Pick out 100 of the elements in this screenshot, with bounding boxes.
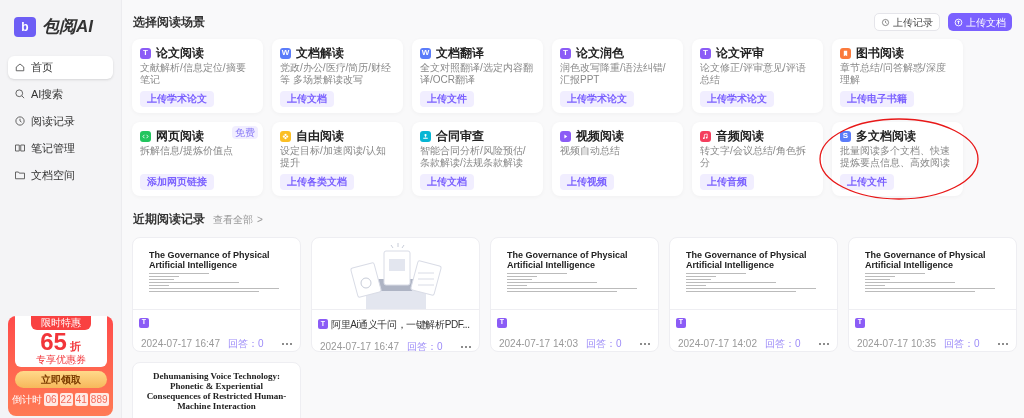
- scene-card[interactable]: W 文档解读 党政/办公/医疗/简历/财经等 多场景解读改写 上传文档: [272, 39, 403, 113]
- scene-description: 党政/办公/医疗/简历/财经等 多场景解读改写: [280, 62, 393, 86]
- scene-title: 视频阅读: [576, 129, 624, 143]
- scene-description: 智能合同分析/风险预估/条款解读/法规条款解读: [420, 145, 527, 169]
- discount-value: 65: [40, 330, 67, 354]
- scene-description: 拆解信息/提炼价值点: [140, 145, 234, 157]
- scene-title: 论文评审: [716, 46, 764, 60]
- upload-icon: [954, 17, 963, 27]
- letter-icon: W: [420, 47, 431, 59]
- scene-card[interactable]: 合同审查 智能合同分析/风险预估/条款解读/法规条款解读 上传文档: [412, 122, 543, 196]
- logo-icon: b: [14, 16, 36, 37]
- scene-card[interactable]: 网页阅读 免费 拆解信息/提炼价值点 添加网页链接: [132, 122, 263, 196]
- scene-card[interactable]: T 论文阅读 文献解析/信息定位/摘要笔记 上传学术论文: [132, 39, 263, 113]
- home-icon: [14, 61, 26, 73]
- scene-card[interactable]: 视频阅读 视频自动总结 上传视频: [552, 122, 683, 196]
- upload-button[interactable]: 添加网页链接: [140, 174, 214, 190]
- scene-description: 章节总结/问答解惑/深度理解: [840, 62, 947, 86]
- upload-button[interactable]: 上传视频: [560, 174, 614, 190]
- scene-description: 全文对照翻译/选定内容翻译/OCR翻译: [420, 62, 534, 86]
- recent-card[interactable]: Dehumanising Voice Technology: Phonetic & Experiential Consequences of Restricted Human-Machine Interaction: [132, 362, 301, 418]
- upload-history-button[interactable]: 上传记录: [874, 13, 940, 31]
- free-tag: 免费: [232, 126, 258, 139]
- sidebar-item[interactable]: 笔记管理: [8, 136, 113, 160]
- scene-card[interactable]: T 论文评审 论文修正/评审意见/评语总结 上传学术论文: [692, 39, 823, 113]
- upload-button[interactable]: 上传各类文档: [280, 174, 354, 190]
- scene-title: 文档解读: [296, 46, 344, 60]
- countdown-label: 倒计时: [12, 393, 43, 407]
- letter-icon: T: [140, 47, 151, 59]
- date-text: 2024-07-17 14:03: [499, 337, 578, 351]
- answer-count: 回答：0: [406, 340, 443, 351]
- scene-title: 论文润色: [576, 46, 624, 60]
- claim-button[interactable]: 立即领取: [14, 371, 107, 388]
- scene-title: 文档翻译: [436, 46, 484, 60]
- paper-title: The Governance of Physical Artificial Intelligence: [149, 250, 271, 270]
- scene-title: 论文阅读: [156, 46, 204, 60]
- section-title: 近期阅读记录: [132, 211, 205, 228]
- scene-title: 图书阅读: [856, 46, 904, 60]
- scene-card[interactable]: 音频阅读 转文字/会议总结/角色拆分 上传音频: [692, 122, 823, 196]
- upload-button[interactable]: 上传文件: [840, 174, 894, 190]
- document-title: 阿里Ai通义千问，一键解析PDF...: [331, 317, 470, 332]
- answer-count: 回答：0: [943, 337, 980, 351]
- paper-title: The Governance of Physical Artificial Intelligence: [686, 250, 808, 270]
- date-text: 2024-07-17 14:02: [678, 337, 757, 351]
- logo-text: 包阅AI: [42, 16, 93, 38]
- answer-count: 回答：0: [585, 337, 622, 351]
- countdown-digit: 889: [89, 393, 109, 406]
- sidebar-item[interactable]: 文档空间: [8, 163, 113, 187]
- scene-description: 设定目标/加速阅读/认知提升: [280, 145, 387, 169]
- countdown-digit: 41: [74, 393, 88, 406]
- scene-title: 网页阅读: [156, 129, 204, 143]
- sidebar-item[interactable]: 首页: [8, 55, 113, 79]
- scene-card[interactable]: T 论文润色 润色改写降重/语法纠错/汇报PPT 上传学术论文: [552, 39, 683, 113]
- paper-title: Dehumanising Voice Technology: Phonetic & Experiential Consequences of Restricted Human-Machine Interaction: [145, 371, 288, 411]
- countdown-digit: 06: [44, 393, 58, 406]
- letter-icon: T: [700, 47, 711, 59]
- folder-icon: [14, 169, 26, 181]
- book-icon: [14, 142, 26, 154]
- answer-count: 回答：0: [227, 337, 264, 351]
- scene-title: 音频阅读: [716, 129, 764, 143]
- letter-icon: W: [280, 47, 291, 59]
- clock-icon: [881, 17, 890, 27]
- scene-card[interactable]: W 文档翻译 全文对照翻译/选定内容翻译/OCR翻译 上传文件: [412, 39, 543, 113]
- section-title: 选择阅读场景: [132, 14, 205, 31]
- upload-document-button[interactable]: 上传文档: [948, 13, 1012, 31]
- scene-description: 转文字/会议总结/角色拆分: [700, 145, 807, 169]
- date-text: 2024-07-17 16:47: [141, 337, 220, 351]
- scene-description: 论文修正/评审意见/评语总结: [700, 62, 807, 86]
- date-text: 2024-07-17 16:47: [320, 340, 399, 351]
- ribbon-label: 限时特惠: [30, 316, 91, 330]
- scene-title: 自由阅读: [296, 129, 344, 143]
- upload-button[interactable]: 上传文档: [420, 174, 474, 190]
- scene-card[interactable]: 自由阅读 设定目标/加速阅读/认知提升 上传各类文档: [272, 122, 403, 196]
- date-text: 2024-07-17 10:35: [857, 337, 936, 351]
- letter-icon: T: [560, 47, 571, 59]
- answer-count: 回答：0: [764, 337, 801, 351]
- clock-icon: [14, 115, 26, 127]
- sidebar-item[interactable]: AI搜索: [8, 82, 113, 106]
- countdown-digit: 22: [59, 393, 73, 406]
- discount-unit: 折: [69, 341, 81, 352]
- paper-title: The Governance of Physical Artificial Intelligence: [865, 250, 987, 270]
- scene-title: 合同审查: [436, 129, 484, 143]
- scene-title: 多文档阅读: [856, 129, 916, 143]
- upload-button[interactable]: 上传学术论文: [140, 91, 214, 107]
- upload-button[interactable]: 上传学术论文: [560, 91, 634, 107]
- upload-button[interactable]: 上传文件: [420, 91, 474, 107]
- scene-description: 批量阅读多个文档、快速提炼要点信息、高效阅读: [840, 145, 951, 169]
- upload-button[interactable]: 上传文档: [280, 91, 334, 107]
- upload-button[interactable]: 上传音频: [700, 174, 754, 190]
- search-icon: [14, 88, 26, 100]
- scene-card[interactable]: 图书阅读 章节总结/问答解惑/深度理解 上传电子书籍: [832, 39, 963, 113]
- upload-button[interactable]: 上传电子书籍: [840, 91, 914, 107]
- scene-description: 文献解析/信息定位/摘要笔记: [140, 62, 247, 86]
- scene-card[interactable]: S 多文档阅读 批量阅读多个文档、快速提炼要点信息、高效阅读 上传文件: [832, 122, 963, 196]
- coupon-caption: 专享优惠券: [35, 354, 86, 366]
- upload-button[interactable]: 上传学术论文: [700, 91, 774, 107]
- scene-description: 润色改写降重/语法纠错/汇报PPT: [560, 62, 667, 86]
- letter-icon: S: [840, 130, 851, 142]
- sidebar-item[interactable]: 阅读记录: [8, 109, 113, 133]
- paper-title: The Governance of Physical Artificial Intelligence: [507, 250, 629, 270]
- scene-description: 视频自动总结: [560, 145, 621, 157]
